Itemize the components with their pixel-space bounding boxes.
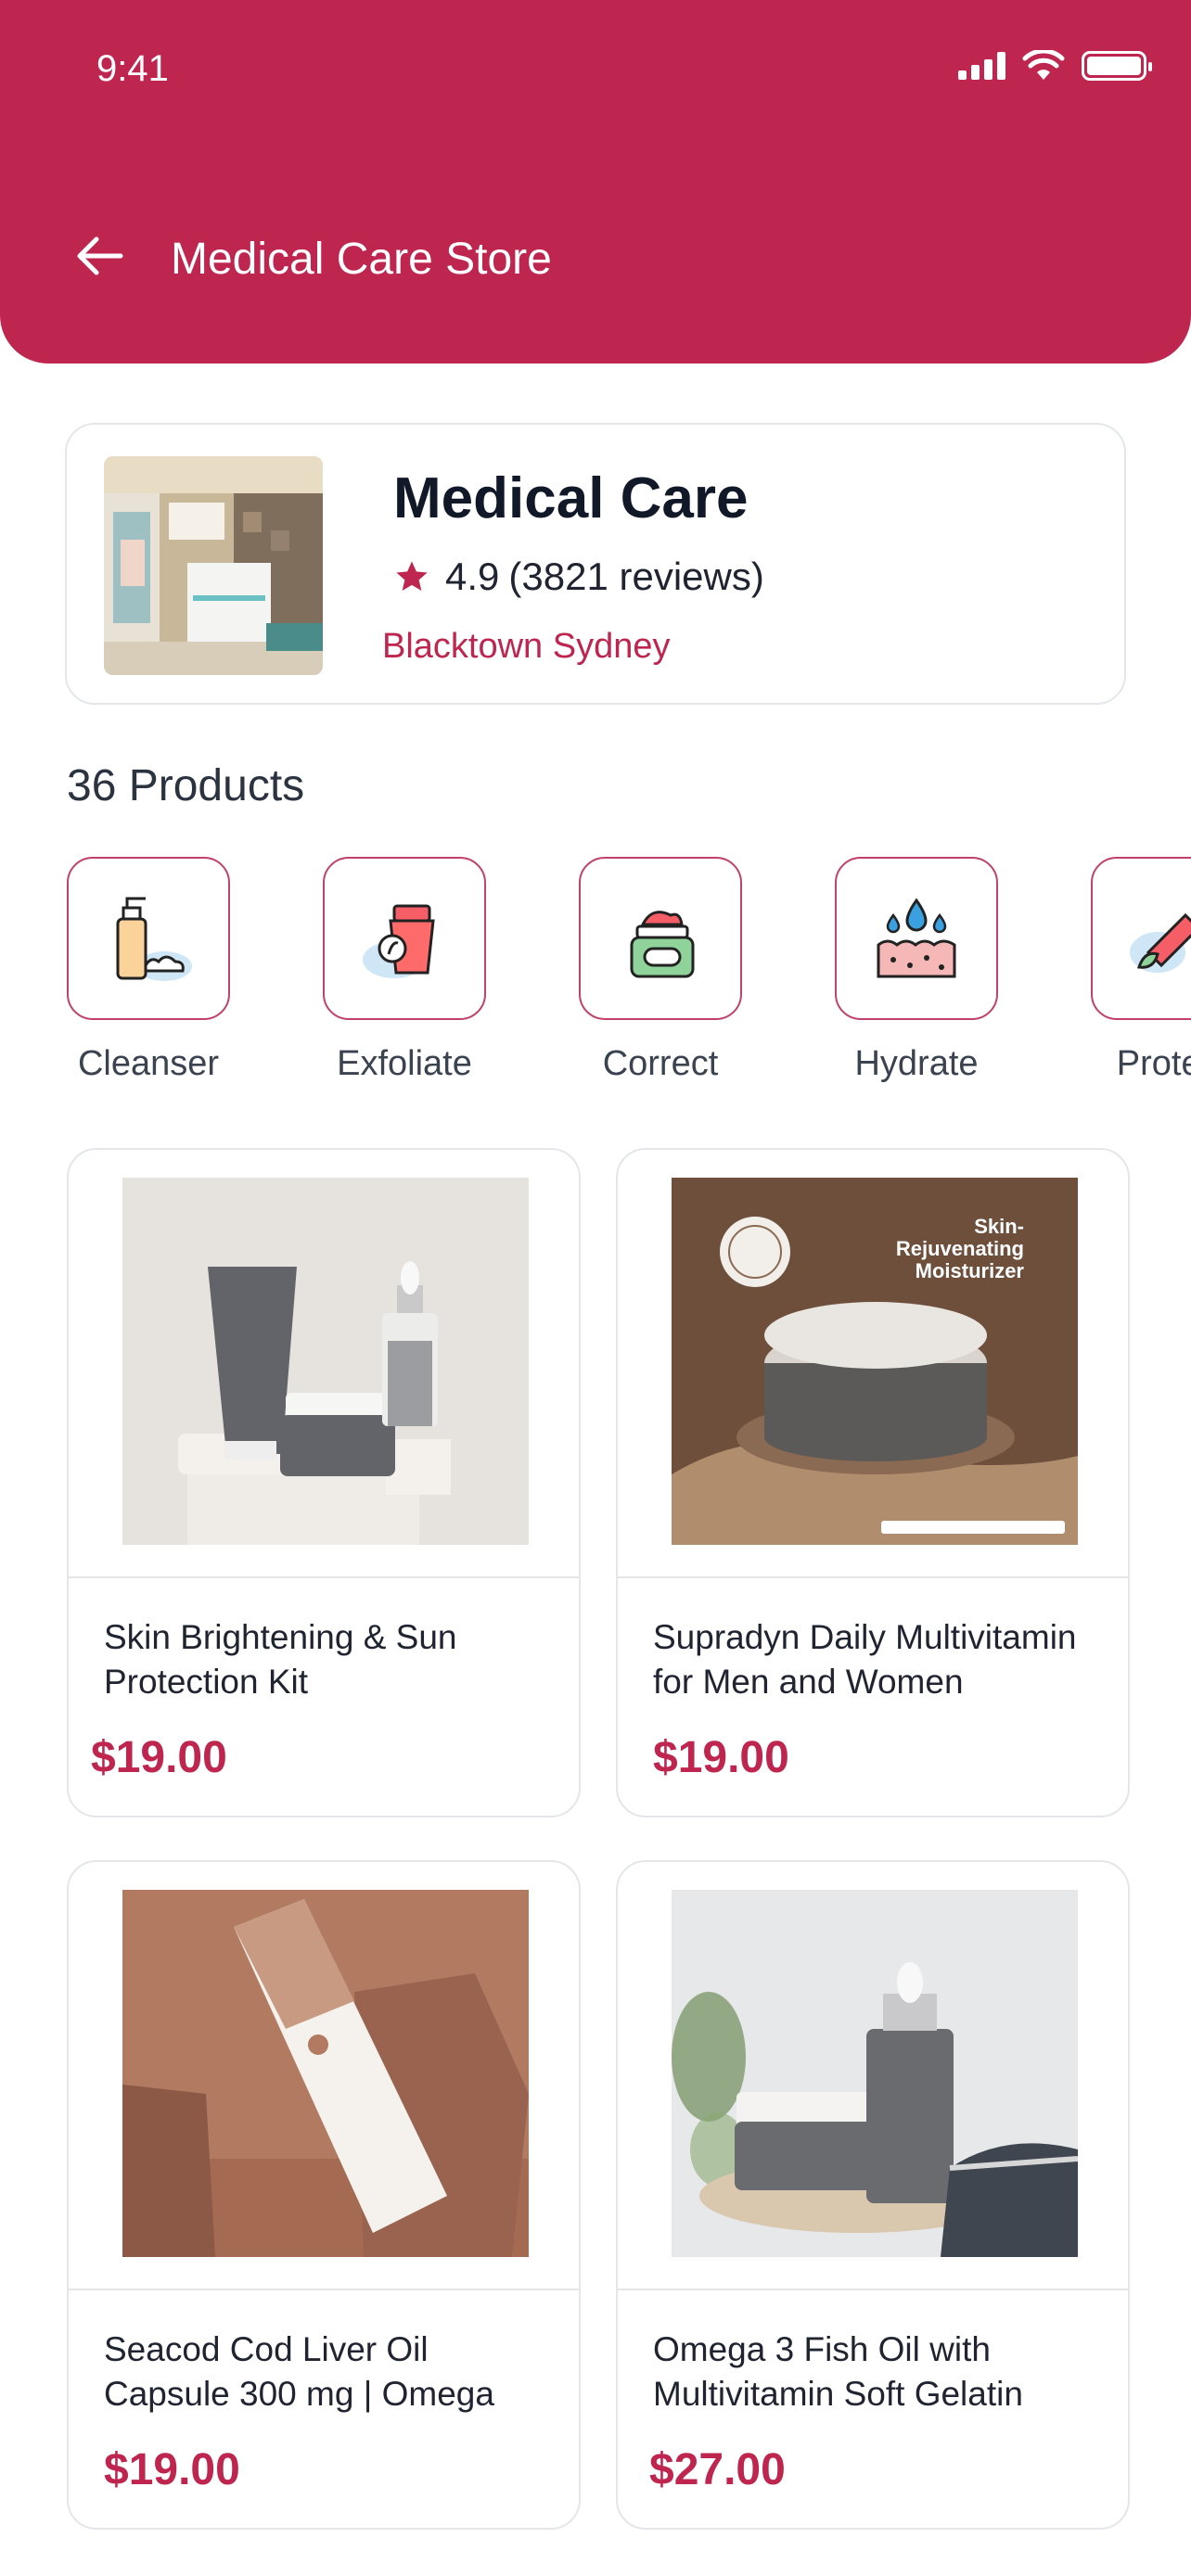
product-image bbox=[672, 1890, 1078, 2257]
product-card[interactable]: Omega 3 Fish Oil with Multivitamin Soft … bbox=[616, 1860, 1130, 2530]
battery-icon bbox=[1082, 51, 1152, 81]
category-list: Cleanser Exfoliate Correct Hydrate Prot bbox=[0, 857, 1191, 1098]
wifi-icon bbox=[1022, 50, 1065, 80]
svg-text:Rejuvenating: Rejuvenating bbox=[896, 1237, 1024, 1260]
header: 9:41 Medical Care Store bbox=[0, 0, 1191, 363]
product-card[interactable]: Skin- Rejuvenating Moisturizer Supradyn … bbox=[616, 1148, 1130, 1817]
store-rating: 4.9 (3821 reviews) bbox=[393, 555, 764, 599]
category-protect[interactable]: Protect bbox=[1091, 857, 1191, 1084]
page-title: Medical Care Store bbox=[171, 235, 552, 284]
product-image: Skin- Rejuvenating Moisturizer bbox=[672, 1178, 1078, 1545]
store-location: Blacktown Sydney bbox=[382, 627, 671, 666]
protect-icon bbox=[1130, 912, 1191, 973]
correct-icon bbox=[630, 911, 695, 978]
product-image bbox=[122, 1890, 529, 2257]
signal-icon bbox=[958, 52, 1005, 80]
category-label: Exfoliate bbox=[337, 1044, 472, 1083]
category-cleanser[interactable]: Cleanser bbox=[67, 857, 230, 1084]
products-count: 36 Products bbox=[67, 761, 305, 810]
arrow-left-icon bbox=[77, 236, 123, 275]
category-label: Protect bbox=[1116, 1044, 1191, 1083]
product-image bbox=[122, 1178, 529, 1545]
svg-text:Skin-: Skin- bbox=[974, 1215, 1024, 1238]
category-label: Correct bbox=[602, 1044, 719, 1083]
category-label: Cleanser bbox=[77, 1044, 220, 1083]
product-name: Omega 3 Fish Oil with Multivitamin Soft … bbox=[653, 2330, 1023, 2413]
exfoliate-icon bbox=[363, 904, 435, 978]
product-price: $19.00 bbox=[91, 1733, 227, 1782]
category-hydrate[interactable]: Hydrate bbox=[835, 857, 998, 1084]
category-exfoliate[interactable]: Exfoliate bbox=[323, 857, 486, 1084]
star-icon bbox=[396, 561, 428, 591]
status-icons bbox=[958, 50, 1152, 82]
svg-text:Moisturizer: Moisturizer bbox=[916, 1259, 1025, 1282]
store-photo bbox=[104, 456, 323, 675]
store-name: Medical Care bbox=[393, 466, 749, 530]
status-time: 9:41 bbox=[96, 48, 169, 89]
back-button[interactable] bbox=[74, 230, 126, 282]
rating-value: 4.9 bbox=[445, 555, 500, 598]
product-price: $19.00 bbox=[104, 2445, 240, 2494]
review-count: (3821 reviews) bbox=[508, 555, 764, 598]
store-card[interactable]: Medical Care 4.9 (3821 reviews) Blacktow… bbox=[65, 423, 1126, 705]
category-label: Hydrate bbox=[854, 1044, 979, 1083]
product-card[interactable]: Seacod Cod Liver Oil Capsule 300 mg | Om… bbox=[67, 1860, 581, 2530]
cleanser-icon bbox=[116, 897, 192, 981]
product-price: $19.00 bbox=[653, 1733, 789, 1782]
category-correct[interactable]: Correct bbox=[579, 857, 742, 1084]
product-name: Skin Brightening & Sun Protection Kit bbox=[104, 1618, 457, 1701]
product-name: Supradyn Daily Multivitamin for Men and … bbox=[653, 1618, 1077, 1701]
product-card[interactable]: Skin Brightening & Sun Protection Kit $1… bbox=[67, 1148, 581, 1817]
hydrate-icon bbox=[877, 898, 956, 978]
product-name: Seacod Cod Liver Oil Capsule 300 mg | Om… bbox=[104, 2330, 494, 2413]
product-price: $27.00 bbox=[649, 2445, 786, 2494]
